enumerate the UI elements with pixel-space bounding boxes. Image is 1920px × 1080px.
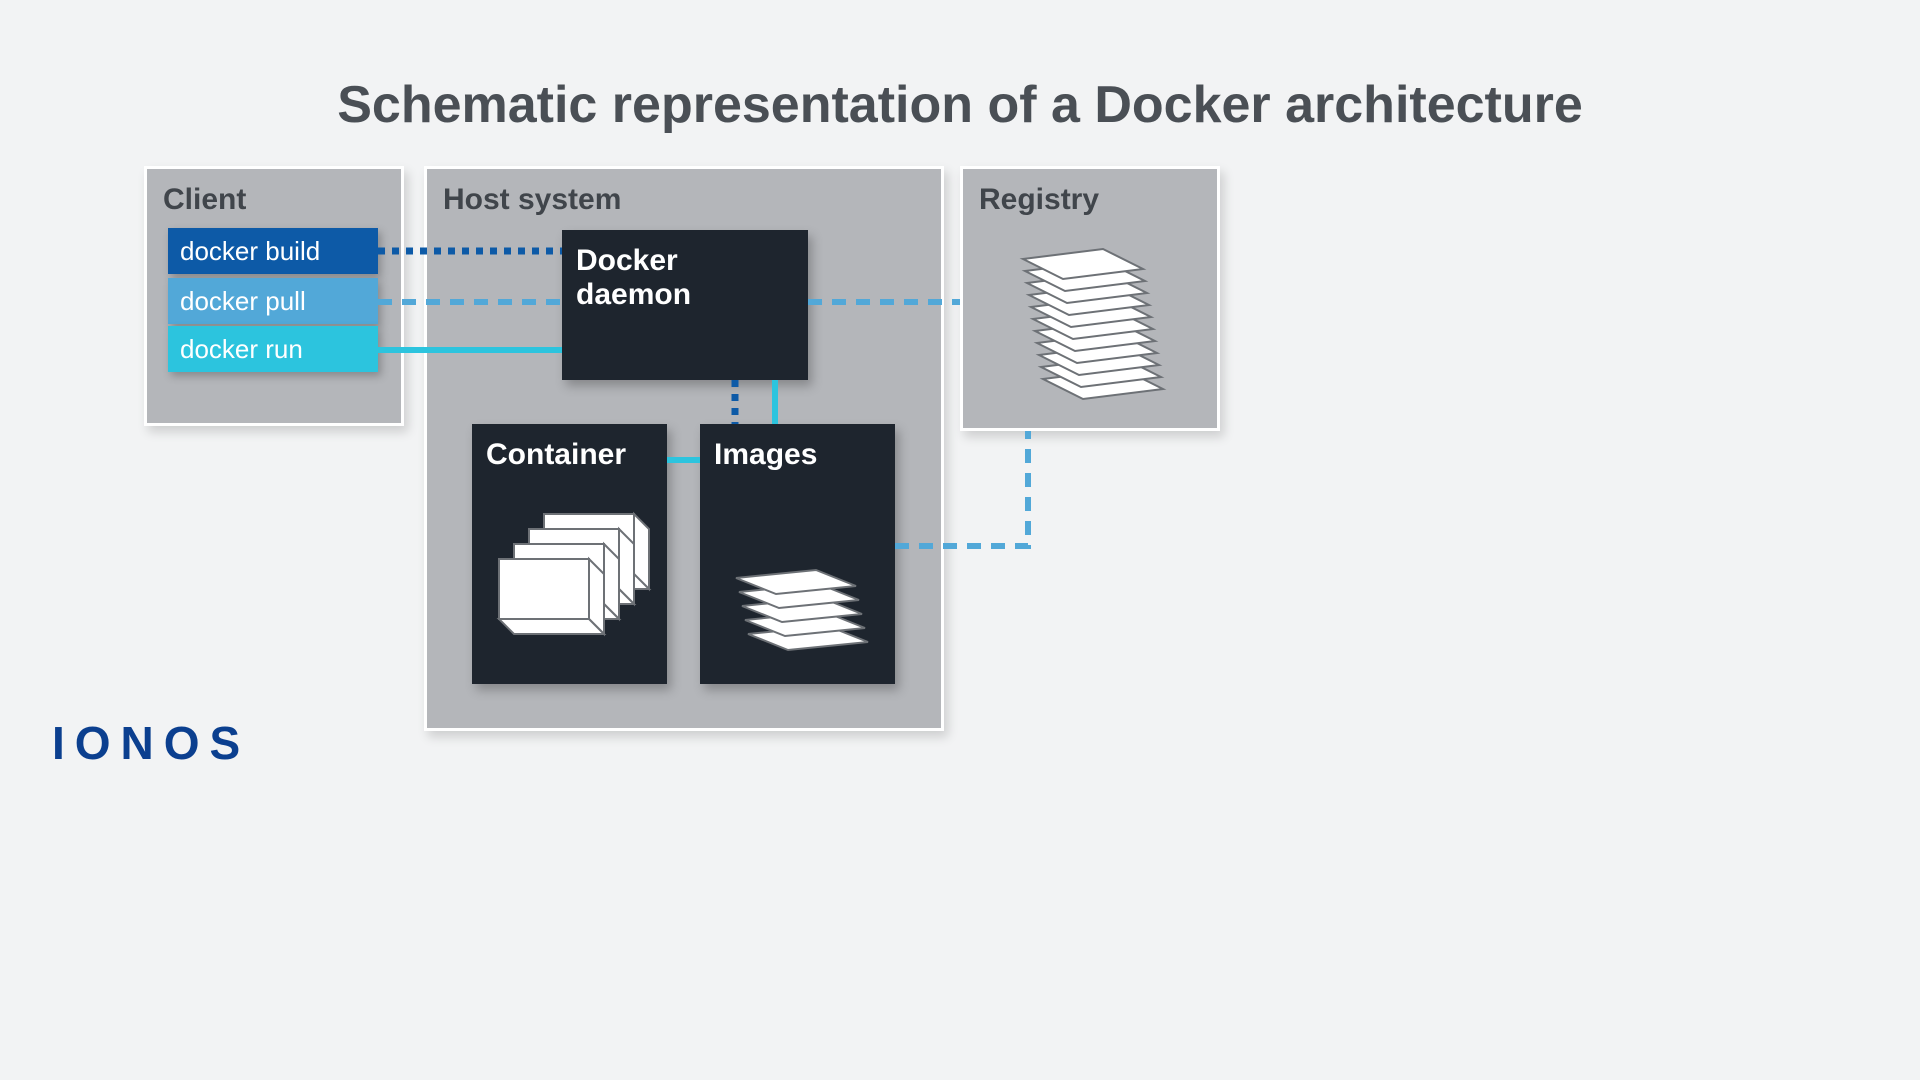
container-boxes-icon bbox=[484, 504, 654, 664]
host-panel-title: Host system bbox=[427, 169, 941, 231]
connector-lines bbox=[0, 0, 1920, 1080]
images-box: Images bbox=[700, 424, 895, 684]
ionos-logo: IONOS bbox=[52, 716, 250, 770]
container-label: Container bbox=[472, 424, 667, 486]
docker-daemon-box: Docker daemon bbox=[562, 230, 808, 380]
diagram-title: Schematic representation of a Docker arc… bbox=[0, 75, 1920, 135]
container-box: Container bbox=[472, 424, 667, 684]
registry-stack-icon bbox=[1013, 239, 1173, 409]
registry-panel-title: Registry bbox=[963, 169, 1217, 231]
docker-pull-command: docker pull bbox=[168, 278, 378, 324]
images-label: Images bbox=[700, 424, 895, 486]
images-stack-icon bbox=[718, 554, 878, 664]
docker-build-command: docker build bbox=[168, 228, 378, 274]
client-panel-title: Client bbox=[147, 169, 401, 231]
docker-run-command: docker run bbox=[168, 326, 378, 372]
docker-daemon-label: Docker daemon bbox=[562, 230, 808, 326]
registry-panel: Registry bbox=[960, 166, 1220, 431]
